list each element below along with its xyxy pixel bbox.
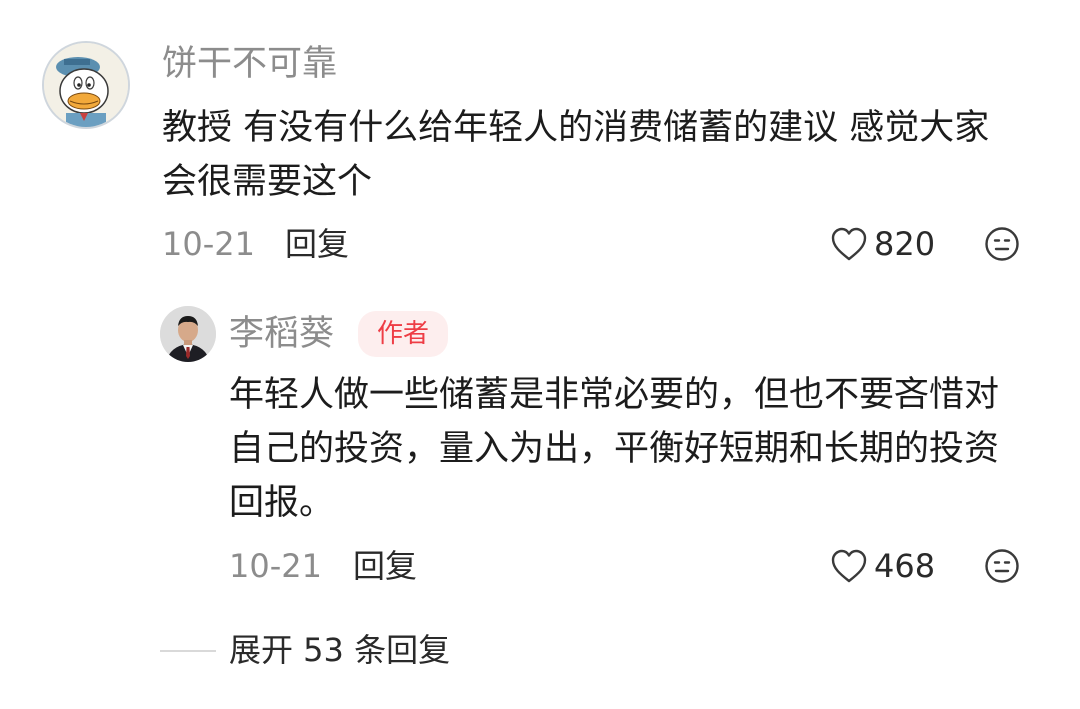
reply-like-count: 468 — [874, 547, 936, 585]
comment-text: 教授 有没有什么给年轻人的消费储蓄的建议 感觉大家会很需要这个 — [162, 108, 990, 202]
user-avatar[interactable] — [42, 41, 130, 129]
expand-divider — [160, 650, 216, 652]
comment-like-button[interactable]: 820 — [830, 224, 935, 264]
neutral-face-icon — [984, 548, 1020, 584]
reply-like-button[interactable]: 468 — [830, 546, 935, 586]
author-username[interactable]: 李稻葵 — [229, 314, 334, 354]
portrait-photo-avatar-icon — [160, 306, 216, 362]
comment-date: 10-21 — [162, 225, 255, 263]
comment-thread: 饼干不可靠 教授 有没有什么给年轻人的消费储蓄的建议 感觉大家会很需要这个 10… — [0, 0, 1080, 709]
reply-text: 年轻人做一些储蓄是非常必要的，但也不要吝惜对自己的投资，量入为出，平衡好短期和长… — [229, 375, 1000, 523]
expand-replies-button[interactable]: 展开 53 条回复 — [229, 630, 450, 670]
reply-date: 10-21 — [229, 547, 322, 585]
author-badge: 作者 — [358, 311, 448, 357]
heart-outline-icon — [830, 548, 868, 584]
heart-outline-icon — [830, 226, 868, 262]
reply-reply-button[interactable]: 回复 — [353, 546, 417, 586]
cartoon-duck-avatar-icon — [44, 43, 128, 127]
author-avatar[interactable] — [160, 306, 216, 362]
reply-emoji-button[interactable] — [984, 548, 1020, 584]
comment-username[interactable]: 饼干不可靠 — [162, 44, 337, 84]
comment-emoji-button[interactable] — [984, 226, 1020, 262]
neutral-face-icon — [984, 226, 1020, 262]
comment-reply-button[interactable]: 回复 — [285, 224, 349, 264]
comment-like-count: 820 — [874, 225, 936, 263]
